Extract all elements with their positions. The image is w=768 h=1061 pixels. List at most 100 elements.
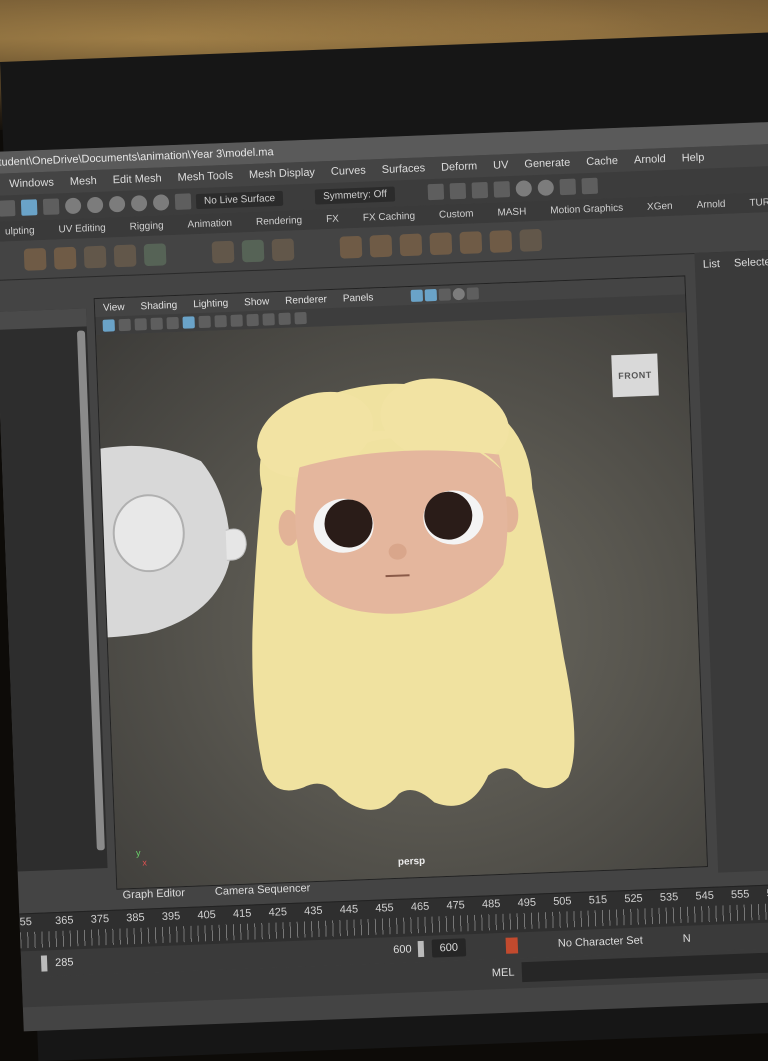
snap-point-icon[interactable] <box>108 195 126 213</box>
viewport-scene[interactable]: FRONT y x persp <box>96 312 707 889</box>
live-surface-field[interactable]: No Live Surface <box>195 190 284 209</box>
view-cube[interactable]: FRONT <box>611 353 659 398</box>
tab-custom[interactable]: Custom <box>427 208 486 221</box>
safe-title-icon[interactable] <box>262 313 275 326</box>
viewport-menu-panels[interactable]: Panels <box>335 292 382 305</box>
film-gate-icon[interactable] <box>182 316 195 329</box>
paint-select-icon[interactable] <box>42 198 60 215</box>
shelf-tool-icon[interactable] <box>113 244 137 268</box>
anim-layer-dropdown[interactable]: N <box>683 933 691 945</box>
arnold-render-icon[interactable] <box>537 179 554 196</box>
tab-graph-editor[interactable]: Graph Editor <box>122 887 185 907</box>
range-handle-icon[interactable] <box>417 940 424 958</box>
wireframe-icon[interactable] <box>278 312 291 326</box>
viewport-menu-show[interactable]: Show <box>236 296 277 309</box>
shelf-tool-icon[interactable] <box>211 240 235 264</box>
shelf-tool-icon[interactable] <box>429 232 453 256</box>
snap-view-icon[interactable] <box>130 195 148 212</box>
shelf-tool-icon[interactable] <box>83 245 107 269</box>
snap-grid-icon[interactable] <box>64 197 82 215</box>
tab-sculpting[interactable]: ulpting <box>0 224 47 237</box>
resolution-gate-icon[interactable] <box>198 315 211 329</box>
shelf-tool-icon[interactable] <box>241 239 265 263</box>
viewport-menu-shading[interactable]: Shading <box>132 299 185 312</box>
make-live-icon[interactable] <box>174 193 192 210</box>
tab-xgen[interactable]: XGen <box>635 200 685 213</box>
playblast-icon[interactable] <box>559 178 576 196</box>
tab-rendering[interactable]: Rendering <box>244 214 315 228</box>
tab-motion-graphics[interactable]: Motion Graphics <box>538 202 635 217</box>
shelf-tool-icon[interactable] <box>489 230 513 253</box>
tab-animation[interactable]: Animation <box>175 217 244 231</box>
shelf-tool-icon[interactable] <box>459 231 483 255</box>
grid-toggle-icon[interactable] <box>166 316 179 330</box>
range-handle-icon[interactable] <box>40 955 48 972</box>
menu-arnold[interactable]: Arnold <box>626 153 674 167</box>
shelf-tool-icon[interactable] <box>339 235 363 259</box>
ipr-render-icon[interactable] <box>471 181 489 199</box>
tab-arnold[interactable]: Arnold <box>684 198 737 211</box>
tab-uv-editing[interactable]: UV Editing <box>46 222 118 236</box>
selected-menu[interactable]: Selected <box>734 256 768 270</box>
menu-mesh[interactable]: Mesh <box>62 175 105 189</box>
shelf-tool-icon[interactable] <box>519 228 543 252</box>
menu-help[interactable]: Help <box>674 151 713 165</box>
menu-uv[interactable]: UV <box>485 159 517 172</box>
tab-camera-sequencer[interactable]: Camera Sequencer <box>215 882 311 904</box>
menu-surfaces[interactable]: Surfaces <box>374 162 434 176</box>
tab-fx[interactable]: FX <box>314 213 351 225</box>
tab-mash[interactable]: MASH <box>485 205 538 218</box>
pause-icon[interactable] <box>581 177 598 195</box>
gate-mask-icon[interactable] <box>214 315 227 328</box>
shelf-tool-icon[interactable] <box>399 233 423 257</box>
menu-curves[interactable]: Curves <box>323 164 374 178</box>
render-frame-icon[interactable] <box>449 182 467 200</box>
channel-box-panel: List Selected Se <box>694 249 768 873</box>
persp-viewport[interactable]: View Shading Lighting Show Renderer Pane… <box>93 275 708 890</box>
tab-fx-caching[interactable]: FX Caching <box>351 210 428 224</box>
camera-select-icon[interactable] <box>102 319 115 332</box>
viewport-menu-lighting[interactable]: Lighting <box>185 297 236 310</box>
menu-mesh-display[interactable]: Mesh Display <box>241 166 323 182</box>
viewport-menu-renderer[interactable]: Renderer <box>277 293 335 307</box>
textured-icon[interactable] <box>438 288 451 301</box>
menu-generate[interactable]: Generate <box>516 156 578 171</box>
tab-rigging[interactable]: Rigging <box>117 219 175 232</box>
bookmark-icon[interactable] <box>134 318 147 331</box>
xray-icon[interactable] <box>410 289 423 302</box>
shelf-tool-icon[interactable] <box>53 246 77 270</box>
lights-icon[interactable] <box>452 287 465 301</box>
camera-attributes-icon[interactable] <box>118 318 131 332</box>
smooth-shade-icon[interactable] <box>424 288 437 302</box>
shelf-tool-icon[interactable] <box>271 238 295 262</box>
list-menu[interactable]: List <box>703 258 721 271</box>
lasso-tool-icon[interactable] <box>20 199 38 216</box>
snap-surface-icon[interactable] <box>152 194 170 211</box>
snap-curve-icon[interactable] <box>86 196 104 214</box>
symmetry-dropdown[interactable]: Symmetry: Off <box>314 185 396 205</box>
shaded-icon[interactable] <box>294 311 307 325</box>
mel-label[interactable]: MEL <box>492 966 515 979</box>
safe-action-icon[interactable] <box>246 313 259 327</box>
character-set-dropdown[interactable]: No Character Set <box>558 935 643 950</box>
menu-mesh-tools[interactable]: Mesh Tools <box>169 169 241 184</box>
field-chart-icon[interactable] <box>230 314 243 327</box>
menu-edit-mesh[interactable]: Edit Mesh <box>104 172 169 186</box>
hypershade-icon[interactable] <box>515 180 532 197</box>
character-model[interactable] <box>96 312 707 888</box>
render-view-icon[interactable] <box>427 183 445 201</box>
menu-cache[interactable]: Cache <box>578 155 626 169</box>
viewport-menu-view[interactable]: View <box>95 301 133 313</box>
tab-turtle[interactable]: TURTLE <box>737 195 768 208</box>
menu-deform[interactable]: Deform <box>433 160 485 174</box>
shelf-tool-icon[interactable] <box>369 234 393 258</box>
menu-windows[interactable]: Windows <box>1 176 62 191</box>
shelf-tool-icon[interactable] <box>23 247 47 271</box>
shadows-icon[interactable] <box>466 287 479 300</box>
image-plane-icon[interactable] <box>150 317 163 330</box>
render-settings-icon[interactable] <box>493 181 510 198</box>
playback-end-field[interactable]: 600 <box>431 938 467 958</box>
shelf-tool-icon[interactable] <box>143 243 167 267</box>
auto-key-icon[interactable] <box>505 937 519 954</box>
select-tool-icon[interactable] <box>0 200 16 217</box>
